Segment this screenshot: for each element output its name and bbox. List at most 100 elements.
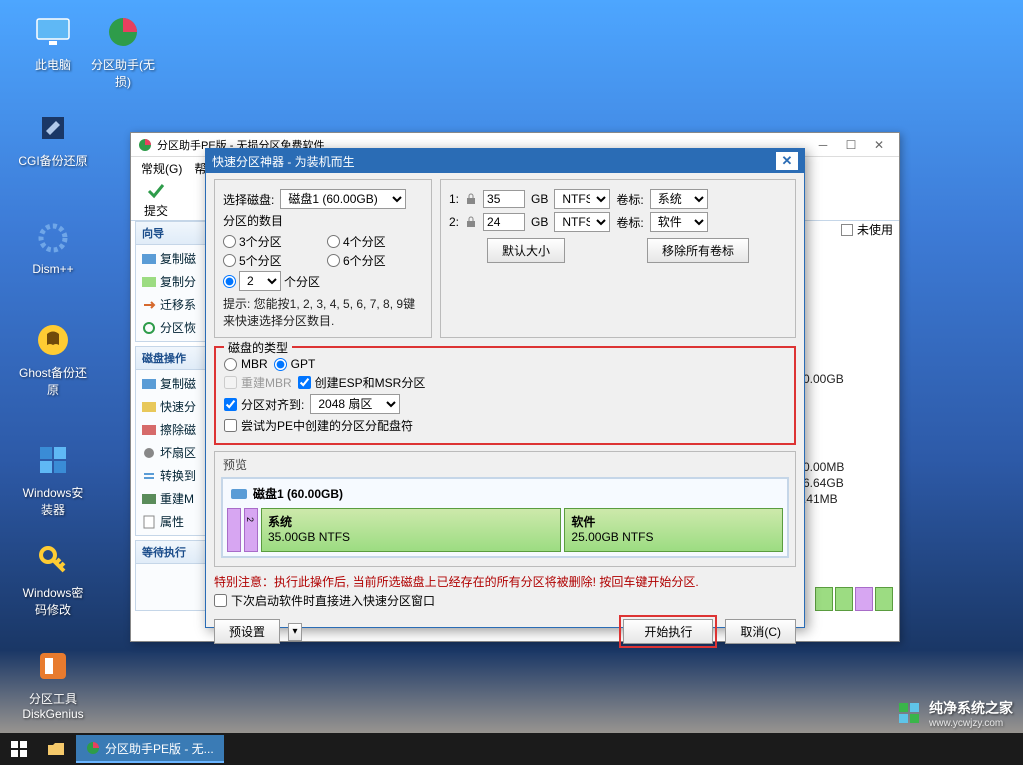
watermark: 纯净系统之家 www.ycwjzy.com	[897, 698, 1013, 729]
preview-group: 预览 磁盘1 (60.00GB) 2 系统 35.00GB NTFS 软件 25…	[214, 451, 796, 567]
custom-count-select[interactable]: 2	[239, 271, 281, 291]
disk-bar-peek	[815, 587, 893, 611]
lock-icon	[465, 216, 477, 228]
radio-5[interactable]: 5个分区	[223, 252, 319, 269]
disk-icon	[36, 649, 70, 683]
radio-6[interactable]: 6个分区	[327, 252, 423, 269]
p2-size-input[interactable]	[483, 213, 525, 231]
monitor-icon	[35, 17, 71, 47]
commit-button[interactable]: 提交	[135, 180, 177, 220]
disk-icon	[142, 377, 156, 391]
gpt-radio[interactable]: GPT	[274, 357, 316, 371]
partition-sizes-group: 1: GB NTFS 卷标: 系统 2: GB NTFS 卷标: 软件	[440, 179, 796, 338]
taskbar-explorer[interactable]	[38, 733, 74, 765]
radio-4[interactable]: 4个分区	[327, 233, 423, 250]
recover-icon	[142, 321, 156, 335]
quick-partition-dialog: 快速分区神器 - 为装机而生 ✕ 选择磁盘: 磁盘1 (60.00GB) 分区的…	[205, 148, 805, 628]
preview-msr-part: 2	[244, 508, 258, 552]
gear-icon	[36, 221, 70, 255]
app-icon	[137, 137, 153, 153]
start-button[interactable]	[0, 733, 38, 765]
check-icon	[146, 181, 166, 201]
preview-legend: 预览	[223, 456, 789, 473]
preview-esp-part	[227, 508, 241, 552]
partition-count-group: 选择磁盘: 磁盘1 (60.00GB) 分区的数目 3个分区 4个分区 5个分区…	[214, 179, 432, 338]
disk-select[interactable]: 磁盘1 (60.00GB)	[280, 189, 406, 209]
ghost-icon	[36, 323, 70, 357]
desktop-icon-win-password[interactable]: Windows密码修改	[18, 540, 88, 618]
dialog-footer: 预设置 ▾ 开始执行 取消(C)	[214, 615, 796, 648]
quick-icon	[142, 400, 156, 414]
erase-icon	[142, 423, 156, 437]
sector-icon	[142, 446, 156, 460]
disk-legend: 未使用	[841, 221, 893, 238]
convert-icon	[142, 469, 156, 483]
prop-icon	[142, 515, 156, 529]
desktop-icon-dism[interactable]: Dism++	[18, 218, 88, 276]
windows-logo-icon	[11, 741, 27, 757]
part-copy-icon	[142, 275, 156, 289]
legend-unused-square	[841, 224, 853, 236]
desktop-icon-cgi-backup[interactable]: CGI备份还原	[18, 108, 88, 169]
start-button[interactable]: 开始执行	[623, 619, 713, 644]
p1-size-input[interactable]	[483, 190, 525, 208]
dialog-titlebar[interactable]: 快速分区神器 - 为装机而生 ✕	[206, 149, 804, 173]
lock-icon	[465, 193, 477, 205]
start-button-highlight: 开始执行	[619, 615, 717, 648]
disk-preview-box: 磁盘1 (60.00GB) 2 系统 35.00GB NTFS 软件 25.00…	[221, 477, 789, 558]
p2-index: 2:	[449, 215, 459, 229]
hint-label: 提示: 您能按1, 2, 3, 4, 5, 6, 7, 8, 9键来快速选择分区…	[223, 295, 423, 329]
desktop-icon-this-pc[interactable]: 此电脑	[18, 12, 88, 73]
folder-icon	[47, 742, 65, 756]
p1-index: 1:	[449, 192, 459, 206]
desktop-icon-diskgenius[interactable]: 分区工具DiskGenius	[18, 646, 88, 721]
minimize-button[interactable]: ─	[809, 134, 837, 156]
disk-copy-icon	[142, 252, 156, 266]
key-icon	[36, 543, 70, 577]
select-disk-label: 选择磁盘:	[223, 191, 274, 208]
create-esp-check[interactable]: 创建ESP和MSR分区	[298, 374, 426, 391]
rebuild-icon	[142, 492, 156, 506]
disk-size-peek: 0.00GB 0.00MB 6.64GB .41MB	[803, 371, 893, 507]
rebuild-mbr-check: 重建MBR	[224, 374, 292, 391]
windows-icon	[36, 443, 70, 477]
align-select[interactable]: 2048 扇区	[310, 394, 400, 414]
radio-3[interactable]: 3个分区	[223, 233, 319, 250]
app-pie-icon	[86, 741, 100, 755]
legend-unused-label: 未使用	[857, 221, 893, 238]
p2-fs-select[interactable]: NTFS	[554, 212, 610, 232]
disk-type-legend: 磁盘的类型	[224, 339, 292, 356]
desktop-icon-ghost[interactable]: Ghost备份还原	[18, 320, 88, 398]
taskbar: 分区助手PE版 - 无...	[0, 733, 1023, 765]
radio-custom[interactable]: 2个分区	[223, 271, 423, 291]
warning-label: 特别注意：执行此操作后, 当前所选磁盘上已经存在的所有分区将被删除! 按回车键开…	[214, 573, 796, 590]
dialog-title: 快速分区神器 - 为装机而生	[212, 153, 776, 170]
hdd-icon	[231, 488, 247, 500]
taskbar-app[interactable]: 分区助手PE版 - 无...	[76, 735, 224, 763]
desktop-icon-partition-assistant[interactable]: 分区助手(无损)	[88, 12, 158, 90]
assign-letter-check[interactable]: 尝试为PE中创建的分区分配盘符	[224, 417, 413, 434]
desktop-icon-win-install[interactable]: Windows安装器	[18, 440, 88, 518]
pie-icon	[106, 15, 140, 49]
dialog-close-button[interactable]: ✕	[776, 152, 798, 170]
menu-general[interactable]: 常规(G)	[137, 158, 186, 179]
maximize-button[interactable]: ☐	[837, 134, 865, 156]
no-show-again-check[interactable]: 下次启动软件时直接进入快速分区窗口	[214, 592, 796, 609]
preview-part-2: 软件 25.00GB NTFS	[564, 508, 783, 552]
p1-label-select[interactable]: 系统	[650, 189, 708, 209]
preset-button[interactable]: 预设置	[214, 619, 280, 644]
migrate-icon	[142, 298, 156, 312]
close-button[interactable]: ✕	[865, 134, 893, 156]
align-check[interactable]: 分区对齐到:	[224, 396, 304, 413]
partition-count-label: 分区的数目	[223, 212, 423, 229]
mbr-radio[interactable]: MBR	[224, 357, 268, 371]
default-size-button[interactable]: 默认大小	[487, 238, 565, 263]
partition-count-radios: 3个分区 4个分区 5个分区 6个分区 2个分区	[223, 233, 423, 291]
preview-part-1: 系统 35.00GB NTFS	[261, 508, 561, 552]
p1-fs-select[interactable]: NTFS	[554, 189, 610, 209]
disk-type-group: 磁盘的类型 MBR GPT 重建MBR 创建ESP和MSR分区 分区对齐到: 2…	[214, 346, 796, 445]
remove-labels-button[interactable]: 移除所有卷标	[647, 238, 749, 263]
p2-label-select[interactable]: 软件	[650, 212, 708, 232]
preset-dropdown-arrow[interactable]: ▾	[288, 623, 302, 641]
cancel-button[interactable]: 取消(C)	[725, 619, 796, 644]
